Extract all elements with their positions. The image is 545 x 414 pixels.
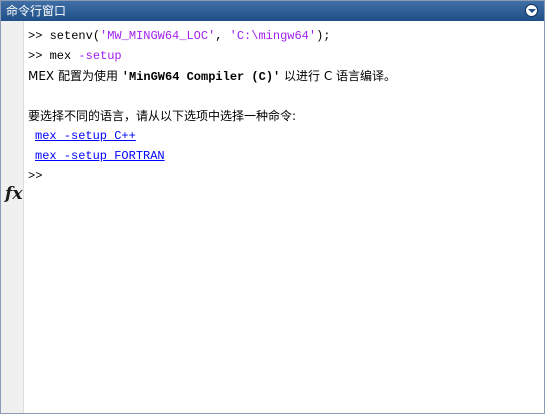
command-text: setenv( bbox=[49, 29, 101, 43]
prompt-symbol: >> bbox=[28, 49, 43, 63]
console-output[interactable]: >> setenv('MW_MINGW64_LOC', 'C:\mingw64'… bbox=[28, 28, 538, 188]
command-window: 命令行窗口 fx >> setenv('MW_MINGW64_LOC', 'C:… bbox=[0, 0, 545, 414]
compiler-name: 'MinGW64 Compiler (C)' bbox=[121, 70, 281, 84]
function-browser-icon[interactable]: fx bbox=[5, 184, 22, 204]
link-mex-setup-fortran[interactable]: mex -setup FORTRAN bbox=[35, 149, 165, 163]
prompt-symbol: >> bbox=[28, 169, 43, 183]
window-title: 命令行窗口 bbox=[6, 4, 67, 18]
command-gutter: fx bbox=[1, 21, 24, 413]
separator-text: , bbox=[215, 29, 230, 43]
link-mex-setup-cpp[interactable]: mex -setup C++ bbox=[35, 129, 136, 143]
console-line-choose-language: 要选择不同的语言，请从以下选项中选择一种命令: bbox=[28, 108, 538, 128]
console-line-setenv: >> setenv('MW_MINGW64_LOC', 'C:\mingw64'… bbox=[28, 28, 538, 48]
command-option: -setup bbox=[78, 49, 122, 63]
console-line-mex-config: MEX 配置为使用 'MinGW64 Compiler (C)' 以进行 C 语… bbox=[28, 68, 538, 88]
output-text: 要选择不同的语言，请从以下选项中选择一种命令: bbox=[28, 109, 297, 123]
window-menu-icon[interactable] bbox=[525, 4, 538, 17]
string-literal: 'MW_MINGW64_LOC' bbox=[100, 29, 216, 43]
console-line-link-fortran: mex -setup FORTRAN bbox=[28, 148, 538, 168]
console-line-mex-setup: >> mex -setup bbox=[28, 48, 538, 68]
output-text: MEX 配置为使用 bbox=[28, 69, 122, 83]
command-text: ); bbox=[316, 29, 331, 43]
prompt-symbol: >> bbox=[28, 29, 43, 43]
console-line-prompt[interactable]: >> bbox=[28, 168, 538, 188]
string-literal: 'C:\mingw64' bbox=[229, 29, 317, 43]
command-text: mex bbox=[49, 49, 79, 63]
output-text: 以进行 C 语言编译。 bbox=[280, 69, 397, 83]
console-line-link-cpp: mex -setup C++ bbox=[28, 128, 538, 148]
window-titlebar: 命令行窗口 bbox=[1, 1, 544, 21]
